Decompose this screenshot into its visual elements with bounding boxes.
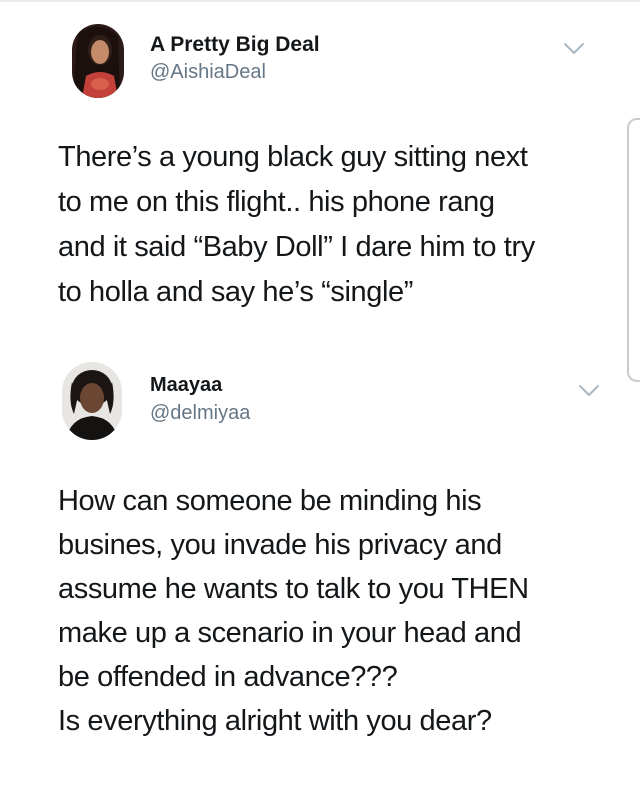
- tweet-card: A Pretty Big Deal @AishiaDeal There’s a …: [0, 0, 640, 340]
- avatar[interactable]: [72, 24, 124, 98]
- tweet-text-line: How can someone be minding his: [58, 485, 482, 517]
- author-handle[interactable]: @AishiaDeal: [150, 61, 266, 84]
- author-name[interactable]: A Pretty Big Deal: [150, 33, 320, 57]
- tweet-text: How can someone be minding his busines, …: [58, 479, 618, 743]
- tweet-text: There’s a young black guy sitting next t…: [58, 135, 618, 315]
- avatar[interactable]: [62, 362, 122, 440]
- tweet-text-line: There’s a young black guy sitting next: [58, 141, 528, 173]
- tweet-card: Maayaa @delmiyaa How can someone be mind…: [0, 340, 640, 797]
- tweet-text-line: Is everything alright with you dear?: [58, 705, 492, 737]
- author-name[interactable]: Maayaa: [150, 374, 222, 397]
- tweet-text-line: assume he wants to talk to you THEN: [58, 573, 529, 605]
- tweet-text-line: be offended in advance???: [58, 661, 398, 693]
- tweet-text-line: make up a scenario in your head and: [58, 617, 522, 649]
- tweet-text-line: and it said “Baby Doll” I dare him to tr…: [58, 231, 535, 263]
- chevron-down-icon[interactable]: [563, 42, 585, 56]
- author-handle[interactable]: @delmiyaa: [150, 402, 250, 425]
- tweet-text-line: to holla and say he’s “single”: [58, 276, 414, 308]
- avatar-image: [72, 24, 124, 98]
- chevron-down-icon[interactable]: [578, 384, 600, 398]
- tweet-text-line: busines, you invade his privacy and: [58, 529, 502, 561]
- avatar-image: [62, 362, 122, 440]
- tweet-text-line: to me on this flight.. his phone rang: [58, 186, 495, 218]
